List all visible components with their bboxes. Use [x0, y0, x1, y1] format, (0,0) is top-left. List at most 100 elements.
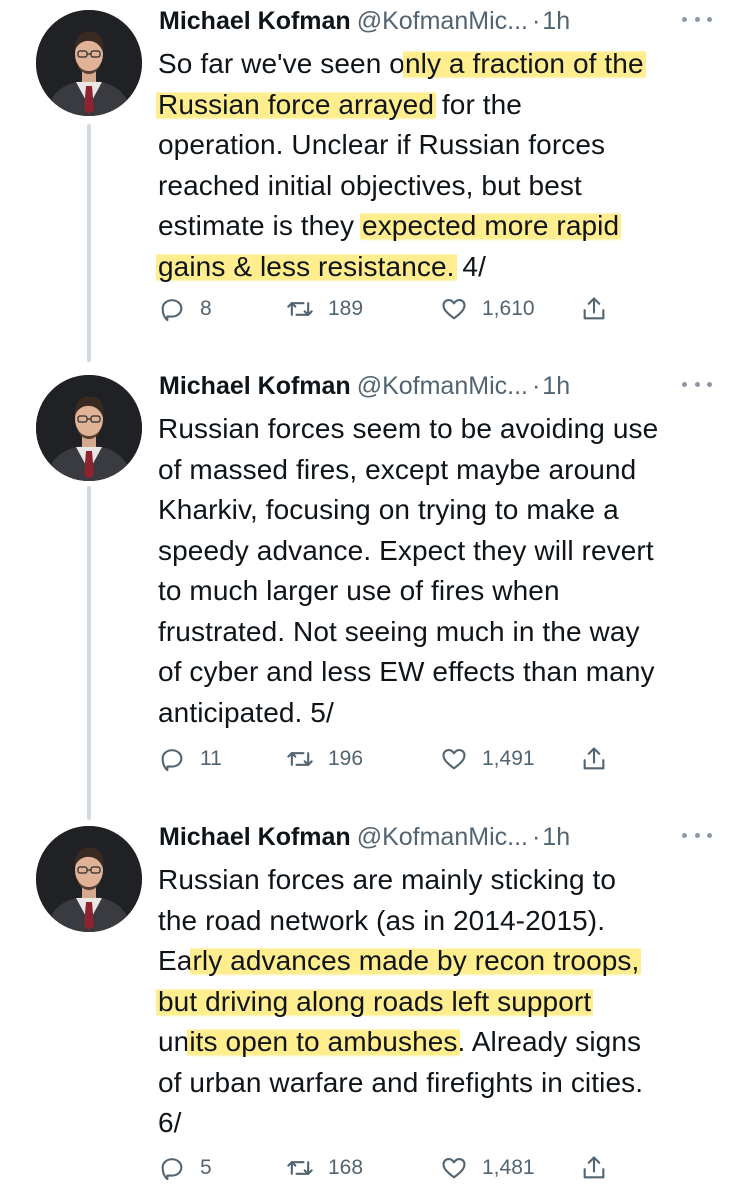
timestamp[interactable]: 1h	[542, 7, 570, 35]
timestamp[interactable]: 1h	[542, 372, 570, 400]
highlighted-text: expected more rapid	[360, 210, 622, 241]
heart-icon	[440, 1154, 482, 1182]
more-icon[interactable]	[682, 14, 712, 24]
like-count: 1,491	[482, 747, 535, 770]
text-segment: of cyber and less EW effects than many	[158, 656, 655, 687]
text-segment: Russian forces are mainly sticking to	[158, 864, 617, 895]
text-segment: Russian forces seem to be avoiding use	[158, 413, 659, 444]
retweet-button[interactable]: 196	[286, 744, 363, 774]
text-segment: for the	[434, 88, 522, 120]
reply-button[interactable]: 11	[158, 744, 222, 774]
reply-button[interactable]: 8	[158, 294, 212, 324]
text-segment: the road network (as in 2014-2015).	[158, 904, 606, 936]
text-segment: . Already signs	[457, 1026, 642, 1057]
retweet-button[interactable]: 189	[286, 294, 363, 324]
author-name[interactable]: Michael Kofman	[159, 823, 351, 851]
tweet-text-line: estimate is they expected more rapid	[158, 206, 733, 247]
highlighted-text: Russian force arrayed	[156, 88, 437, 120]
reply-count: 5	[200, 1156, 212, 1179]
share-icon	[580, 1154, 622, 1182]
retweet-count: 189	[328, 297, 364, 320]
retweet-count: 168	[328, 1156, 364, 1179]
text-segment: Kharkiv, focusing on trying to make a	[158, 494, 619, 525]
tweet-actions: 11 196 1,491	[158, 744, 628, 774]
share-icon	[580, 745, 622, 773]
reply-count: 11	[200, 747, 222, 770]
text-segment: to much larger use of fires when	[158, 575, 560, 606]
tweet-text: Russian forces seem to be avoiding use of…	[158, 409, 733, 733]
tweet-text: Russian forces are mainly sticking to the…	[156, 860, 733, 1144]
more-icon[interactable]	[682, 830, 712, 840]
text-segment: frustrated. Not seeing much in the way	[158, 615, 640, 647]
tweet-thread: Michael Kofman @KofmanMic... ·1h So far we…	[0, 0, 749, 1200]
highlighted-text: nly a fraction of the	[402, 48, 646, 79]
heart-icon	[440, 745, 482, 773]
text-segment: un	[158, 1026, 190, 1057]
author-name[interactable]: Michael Kofman	[159, 7, 351, 35]
reply-count: 8	[200, 297, 212, 320]
text-segment: of massed fires, except maybe around	[158, 453, 637, 485]
text-segment: anticipated. 5/	[158, 696, 334, 728]
tweet-actions: 5 168 1,481	[158, 1153, 628, 1183]
tweet-text-line: of massed fires, except maybe around	[158, 450, 733, 491]
tweet-text-line: Kharkiv, focusing on trying to make a	[158, 490, 733, 531]
tweet-text-line: reached initial objectives, but best	[158, 166, 733, 207]
tweet[interactable]: Michael Kofman @KofmanMic... ·1h Russian f…	[0, 369, 749, 789]
retweet-icon	[286, 1154, 328, 1182]
tweet-text-line: to much larger use of fires when	[158, 571, 733, 612]
heart-icon	[440, 295, 482, 323]
tweet-header: Michael Kofman @KofmanMic... ·1h	[159, 369, 719, 403]
highlighted-text: its open to ambushes	[187, 1026, 460, 1057]
reply-icon	[158, 1154, 200, 1182]
avatar[interactable]	[36, 10, 142, 116]
text-segment: So far we've seen o	[158, 48, 405, 79]
reply-button[interactable]: 5	[158, 1153, 212, 1183]
separator-dot: ·	[531, 823, 541, 851]
tweet-text-line: Early advances made by recon troops,	[158, 941, 733, 982]
like-button[interactable]: 1,610	[440, 294, 535, 324]
text-segment: of urban warfare and firefights in citie…	[158, 1066, 644, 1098]
tweet-text-line: Russian forces are mainly sticking to	[158, 860, 733, 901]
tweet-text-line: but driving along roads left support	[156, 982, 733, 1023]
retweet-icon	[286, 745, 328, 773]
like-button[interactable]: 1,481	[440, 1153, 535, 1183]
tweet[interactable]: Michael Kofman @KofmanMic... ·1h Russian f…	[0, 820, 749, 1200]
tweet-text-line: So far we've seen only a fraction of the	[158, 44, 733, 85]
like-button[interactable]: 1,491	[440, 744, 535, 774]
more-icon[interactable]	[682, 379, 712, 389]
like-count: 1,610	[482, 297, 535, 320]
text-segment: 4/	[454, 250, 486, 282]
tweet-text-line: the road network (as in 2014-2015).	[158, 901, 733, 942]
highlighted-text: but driving along roads left support	[156, 985, 594, 1017]
author-handle[interactable]: @KofmanMic...	[357, 372, 528, 400]
tweet-text-line: units open to ambushes. Already signs	[158, 1022, 733, 1063]
tweet[interactable]: Michael Kofman @KofmanMic... ·1h So far we…	[0, 4, 749, 334]
avatar[interactable]	[36, 826, 142, 932]
tweet-header: Michael Kofman @KofmanMic... ·1h	[159, 820, 719, 854]
share-button[interactable]	[580, 1153, 622, 1183]
author-handle[interactable]: @KofmanMic...	[357, 7, 528, 35]
avatar[interactable]	[36, 375, 142, 481]
tweet-text-line: frustrated. Not seeing much in the way	[158, 612, 733, 653]
separator-dot: ·	[531, 7, 541, 35]
retweet-icon	[286, 295, 328, 323]
author-name[interactable]: Michael Kofman	[159, 372, 351, 400]
author-handle[interactable]: @KofmanMic...	[357, 823, 528, 851]
share-button[interactable]	[580, 294, 622, 324]
share-button[interactable]	[580, 744, 622, 774]
separator-dot: ·	[531, 372, 541, 400]
text-segment: estimate is they	[158, 210, 363, 241]
text-segment: operation. Unclear if Russian forces	[158, 129, 606, 160]
tweet-header: Michael Kofman @KofmanMic... ·1h	[159, 4, 719, 38]
tweet-text-line: Russian forces seem to be avoiding use	[158, 409, 733, 450]
tweet-text-line: Russian force arrayed for the	[156, 85, 733, 126]
tweet-actions: 8 189 1,610	[158, 294, 628, 324]
tweet-text-line: of urban warfare and firefights in citie…	[158, 1063, 733, 1104]
highlighted-text: gains & less resistance.	[156, 250, 457, 282]
retweet-button[interactable]: 168	[286, 1153, 363, 1183]
text-segment: 6/	[158, 1107, 182, 1138]
share-icon	[580, 295, 622, 323]
timestamp[interactable]: 1h	[542, 823, 570, 851]
tweet-text-line: 6/	[158, 1103, 733, 1144]
tweet-text-line: of cyber and less EW effects than many	[158, 652, 733, 693]
